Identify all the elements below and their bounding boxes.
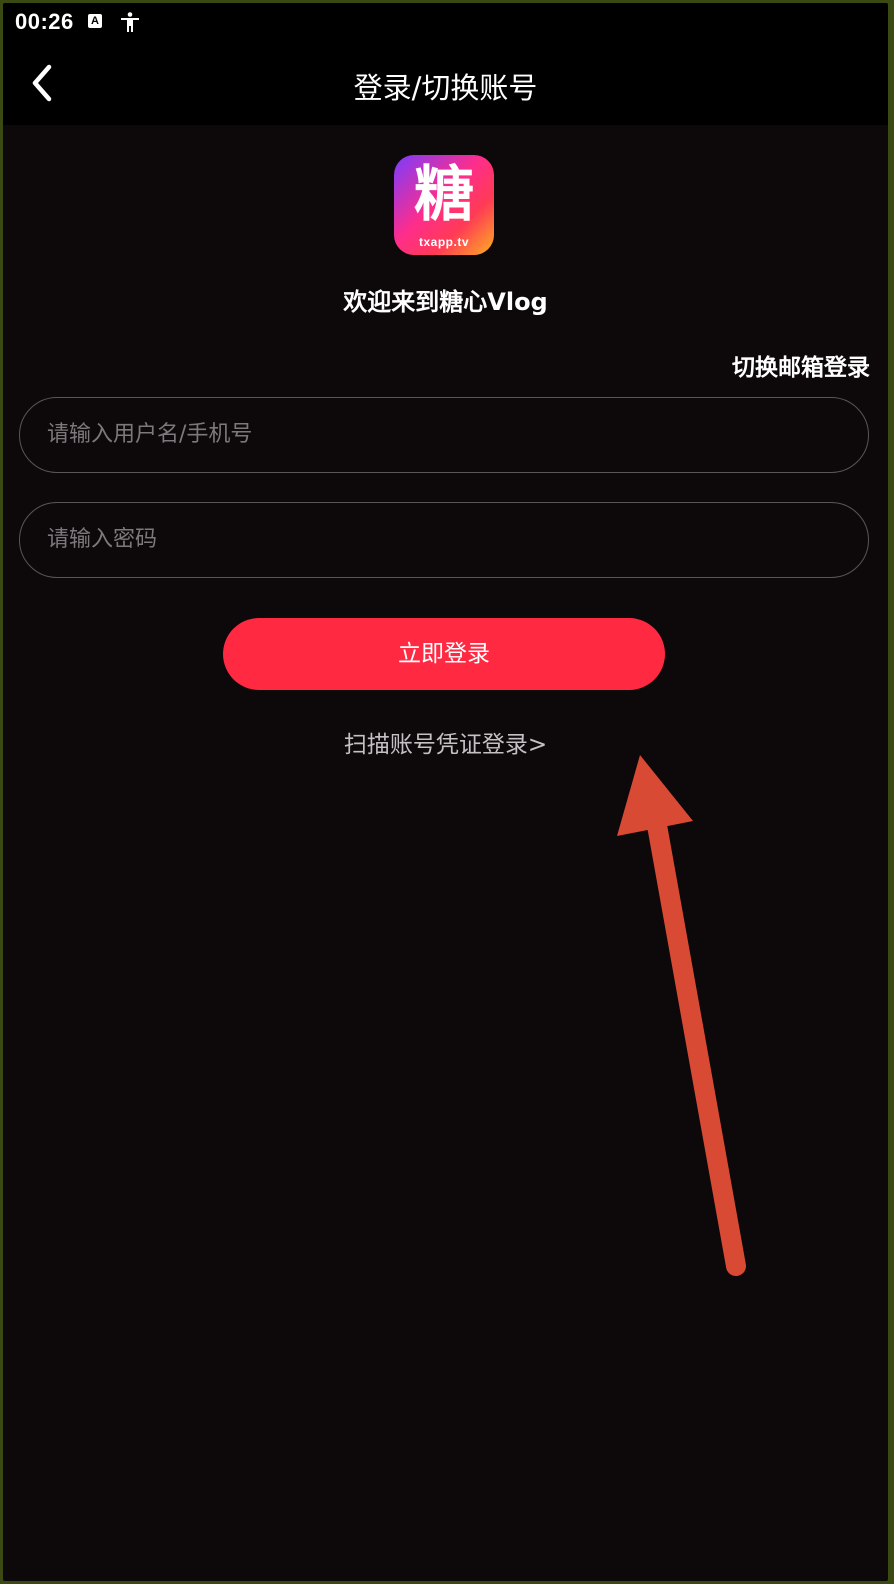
logo-domain-text: txapp.tv xyxy=(418,235,469,249)
app-bar: 登录/切换账号 xyxy=(3,43,888,125)
status-bar: 00:26 A xyxy=(3,3,888,43)
login-button[interactable]: 立即登录 xyxy=(223,618,665,690)
username-input[interactable] xyxy=(47,398,827,471)
accessibility-icon xyxy=(121,12,139,32)
welcome-text: 欢迎来到糖心Vlog xyxy=(343,288,548,316)
password-field[interactable] xyxy=(19,502,869,578)
app-logo: 糖 txapp.tv xyxy=(394,155,494,255)
annotation-arrow-head xyxy=(617,755,693,836)
status-time: 00:26 xyxy=(15,9,74,34)
username-field[interactable] xyxy=(19,397,869,473)
login-screen: 00:26 A 登录/切换账号 糖 txapp.tv 欢迎来到糖心Vlog 切换… xyxy=(3,3,888,1581)
logo-glyph: 糖 xyxy=(414,160,474,230)
page-title: 登录/切换账号 xyxy=(353,71,538,105)
scan-credential-login-link[interactable]: 扫描账号凭证登录> xyxy=(3,725,888,759)
password-input[interactable] xyxy=(47,503,827,576)
switch-email-login-link[interactable]: 切换邮箱登录 xyxy=(732,348,870,382)
annotation-arrow-shaft xyxy=(643,793,746,1276)
text-a-icon: A xyxy=(88,14,102,28)
